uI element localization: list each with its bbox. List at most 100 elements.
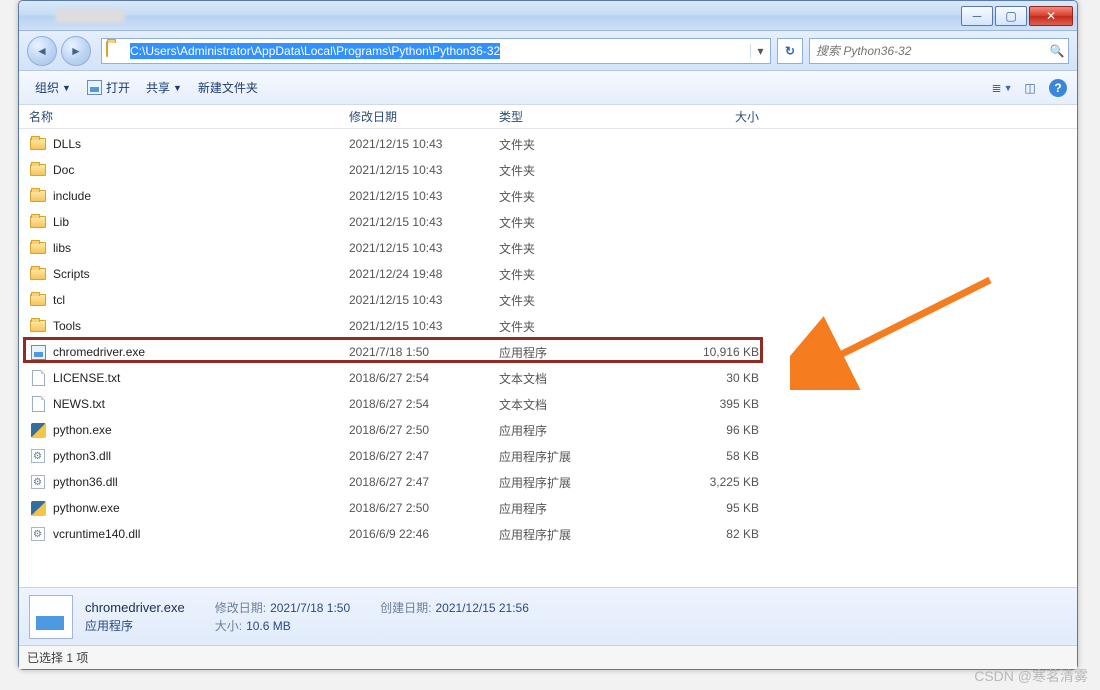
file-name: include [53, 189, 349, 203]
folder-icon [29, 291, 47, 309]
view-button[interactable]: ≣ ▼ [991, 77, 1013, 99]
file-name: libs [53, 241, 349, 255]
file-row[interactable]: python3.dll2018/6/27 2:47应用程序扩展58 KB [19, 443, 1077, 469]
refresh-button[interactable]: ↻ [777, 38, 803, 64]
col-name[interactable]: 名称 [29, 108, 349, 125]
file-row[interactable]: Scripts2021/12/24 19:48文件夹 [19, 261, 1077, 287]
file-size: 96 KB [639, 423, 759, 437]
file-name: Lib [53, 215, 349, 229]
details-mod-value: 2021/7/18 1:50 [270, 601, 350, 615]
address-dropdown[interactable]: ▾ [750, 44, 770, 58]
file-date: 2018/6/27 2:54 [349, 397, 499, 411]
open-button[interactable]: 打开 [79, 75, 138, 101]
newfolder-button[interactable]: 新建文件夹 [190, 75, 266, 101]
minimize-button[interactable]: ─ [961, 6, 993, 26]
folder-icon [29, 317, 47, 335]
details-create-value: 2021/12/15 21:56 [435, 601, 528, 615]
file-size: 82 KB [639, 527, 759, 541]
file-row[interactable]: python.exe2018/6/27 2:50应用程序96 KB [19, 417, 1077, 443]
file-date: 2018/6/27 2:47 [349, 449, 499, 463]
file-date: 2021/12/15 10:43 [349, 137, 499, 151]
file-list: DLLs2021/12/15 10:43文件夹Doc2021/12/15 10:… [19, 129, 1077, 574]
share-button[interactable]: 共享▼ [138, 75, 190, 101]
file-type: 应用程序 [499, 422, 639, 439]
file-name: vcruntime140.dll [53, 527, 349, 541]
file-type: 文件夹 [499, 162, 639, 179]
col-date[interactable]: 修改日期 [349, 108, 499, 125]
file-row[interactable]: chromedriver.exe2021/7/18 1:50应用程序10,916… [19, 339, 1077, 365]
file-date: 2018/6/27 2:47 [349, 475, 499, 489]
status-text: 已选择 1 项 [27, 649, 88, 666]
window-controls: ─ ▢ ✕ [959, 6, 1073, 26]
preview-pane-button[interactable]: ◫ [1019, 77, 1041, 99]
file-row[interactable]: libs2021/12/15 10:43文件夹 [19, 235, 1077, 261]
back-button[interactable]: ◄ [27, 36, 57, 66]
details-filename: chromedriver.exe [85, 600, 185, 615]
file-date: 2021/12/15 10:43 [349, 319, 499, 333]
file-type: 应用程序 [499, 500, 639, 517]
file-row[interactable]: Lib2021/12/15 10:43文件夹 [19, 209, 1077, 235]
file-size: 30 KB [639, 371, 759, 385]
file-row[interactable]: Doc2021/12/15 10:43文件夹 [19, 157, 1077, 183]
file-date: 2021/12/24 19:48 [349, 267, 499, 281]
toolbar: 组织▼ 打开 共享▼ 新建文件夹 ≣ ▼ ◫ ? [19, 71, 1077, 105]
dll-icon [29, 525, 47, 543]
forward-button[interactable]: ► [61, 36, 91, 66]
col-size[interactable]: 大小 [639, 108, 759, 125]
details-size-label: 大小: [215, 617, 242, 634]
file-type: 文件夹 [499, 292, 639, 309]
file-name: python3.dll [53, 449, 349, 463]
file-row[interactable]: NEWS.txt2018/6/27 2:54文本文档395 KB [19, 391, 1077, 417]
file-row[interactable]: python36.dll2018/6/27 2:47应用程序扩展3,225 KB [19, 469, 1077, 495]
organize-button[interactable]: 组织▼ [27, 75, 79, 101]
file-date: 2021/12/15 10:43 [349, 215, 499, 229]
file-date: 2021/12/15 10:43 [349, 293, 499, 307]
file-date: 2021/12/15 10:43 [349, 241, 499, 255]
exe-icon [29, 343, 47, 361]
file-name: Scripts [53, 267, 349, 281]
details-pane: chromedriver.exe 应用程序 修改日期:2021/7/18 1:5… [19, 587, 1077, 645]
maximize-button[interactable]: ▢ [995, 6, 1027, 26]
search-input[interactable] [810, 44, 1046, 58]
file-row[interactable]: pythonw.exe2018/6/27 2:50应用程序95 KB [19, 495, 1077, 521]
file-row[interactable]: vcruntime140.dll2016/6/9 22:46应用程序扩展82 K… [19, 521, 1077, 547]
file-size: 58 KB [639, 449, 759, 463]
file-type: 文件夹 [499, 188, 639, 205]
file-name: chromedriver.exe [53, 345, 349, 359]
folder-icon [29, 265, 47, 283]
file-name: python.exe [53, 423, 349, 437]
file-row[interactable]: include2021/12/15 10:43文件夹 [19, 183, 1077, 209]
txt-icon [29, 369, 47, 387]
file-type: 文件夹 [499, 266, 639, 283]
folder-icon [29, 161, 47, 179]
file-row[interactable]: tcl2021/12/15 10:43文件夹 [19, 287, 1077, 313]
dll-icon [29, 447, 47, 465]
search-box[interactable]: 🔍 [809, 38, 1069, 64]
file-row[interactable]: LICENSE.txt2018/6/27 2:54文本文档30 KB [19, 365, 1077, 391]
details-mod-label: 修改日期: [215, 599, 266, 616]
file-date: 2018/6/27 2:50 [349, 423, 499, 437]
close-button[interactable]: ✕ [1029, 6, 1073, 26]
file-date: 2021/12/15 10:43 [349, 189, 499, 203]
file-type: 应用程序扩展 [499, 474, 639, 491]
file-row[interactable]: Tools2021/12/15 10:43文件夹 [19, 313, 1077, 339]
file-name: Doc [53, 163, 349, 177]
file-type: 文件夹 [499, 240, 639, 257]
file-row[interactable]: DLLs2021/12/15 10:43文件夹 [19, 131, 1077, 157]
search-icon[interactable]: 🔍 [1046, 44, 1068, 58]
help-button[interactable]: ? [1047, 77, 1069, 99]
file-type: 文本文档 [499, 370, 639, 387]
file-size: 95 KB [639, 501, 759, 515]
folder-icon [29, 239, 47, 257]
nav-row: ◄ ► C:\Users\Administrator\AppData\Local… [19, 31, 1077, 71]
details-create-label: 创建日期: [380, 599, 431, 616]
col-type[interactable]: 类型 [499, 108, 639, 125]
titlebar: ─ ▢ ✕ [19, 1, 1077, 31]
address-bar[interactable]: C:\Users\Administrator\AppData\Local\Pro… [101, 38, 771, 64]
file-date: 2021/12/15 10:43 [349, 163, 499, 177]
file-type: 应用程序 [499, 344, 639, 361]
file-date: 2018/6/27 2:50 [349, 501, 499, 515]
status-bar: 已选择 1 项 [19, 645, 1077, 669]
open-icon [87, 80, 102, 95]
file-name: python36.dll [53, 475, 349, 489]
